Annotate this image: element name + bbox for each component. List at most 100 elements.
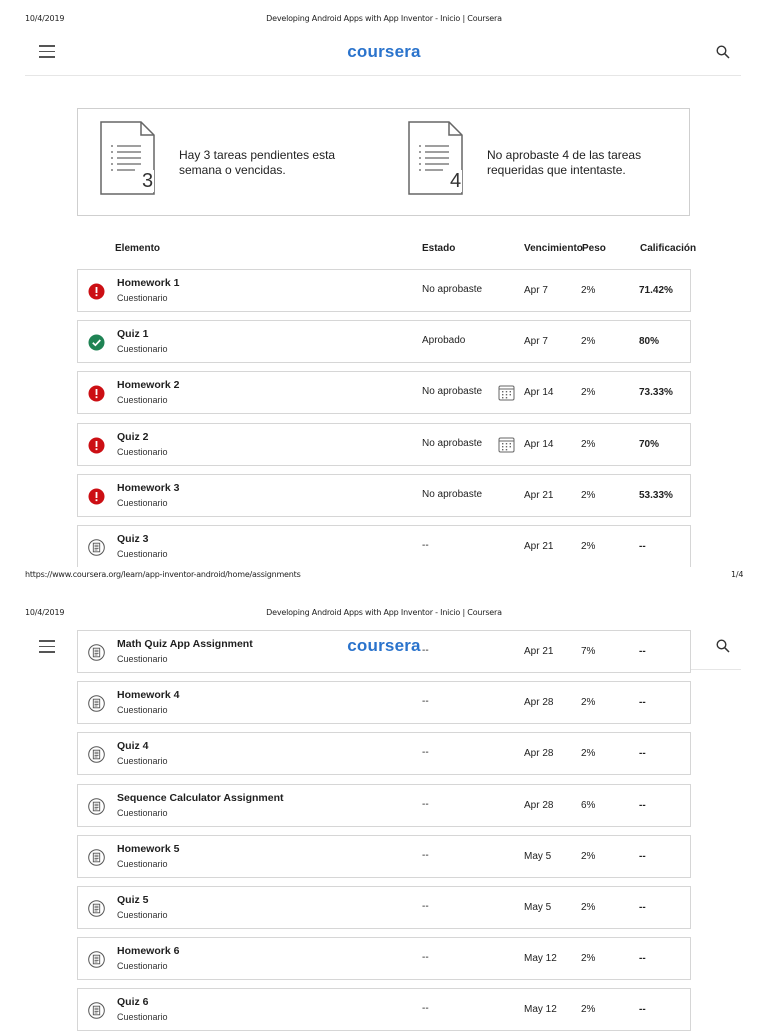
assignment-name[interactable]: Homework 4 [117, 689, 179, 701]
column-header-item: Elemento [115, 243, 161, 254]
header-divider-page-2 [691, 669, 741, 670]
assignment-due-date: May 5 [524, 850, 552, 862]
assignment-status: No aprobaste [422, 488, 483, 500]
assignment-status: -- [422, 540, 429, 551]
assignment-grade: -- [639, 799, 646, 811]
assignment-name[interactable]: Quiz 4 [117, 740, 149, 752]
assignment-row[interactable]: Homework 3 Cuestionario No aprobaste Apr 21… [77, 473, 691, 517]
assignment-type: Cuestionario [117, 910, 168, 920]
assignment-type: Cuestionario [117, 705, 168, 716]
assignment-type: Cuestionario [117, 1012, 168, 1023]
assignment-weight: 2% [581, 1004, 596, 1016]
assignment-grade: 73.33% [639, 387, 673, 399]
quiz-icon [88, 951, 105, 968]
assignment-name[interactable]: Homework 5 [117, 843, 179, 855]
assignment-status: -- [422, 798, 429, 810]
assignment-name[interactable]: Quiz 2 [117, 431, 149, 443]
coursera-logo-page-2[interactable]: coursera [0, 636, 768, 656]
assignment-type: Cuestionario [117, 497, 168, 508]
assignment-row[interactable]: Quiz 6 Cuestionario -- May 12 2% -- [77, 988, 691, 1031]
assignment-weight: 2% [581, 850, 596, 862]
assignment-grade: 71.42% [639, 285, 673, 296]
assignment-status: Aprobado [422, 335, 466, 347]
assignment-type: Cuestionario [117, 961, 168, 972]
assignment-type: Cuestionario [117, 858, 168, 869]
assignment-name[interactable]: Homework 1 [117, 277, 179, 289]
assignment-type: Cuestionario [117, 293, 168, 303]
assignment-due-date: Apr 14 [524, 438, 554, 450]
assignment-row[interactable]: Sequence Calculator Assignment Cuestionar… [77, 783, 691, 827]
check-icon [88, 334, 105, 351]
column-header-grade: Calificación [640, 243, 697, 254]
fail-icon [88, 283, 105, 300]
assignment-name[interactable]: Quiz 6 [117, 996, 149, 1008]
assignment-name[interactable]: Quiz 1 [117, 328, 149, 340]
assignment-status: -- [422, 1003, 429, 1015]
assignment-weight: 6% [581, 799, 596, 811]
coursera-logo[interactable]: coursera [0, 42, 768, 62]
assignment-weight: 2% [581, 489, 596, 501]
fail-icon [88, 488, 105, 505]
assignment-name[interactable]: Homework 2 [117, 379, 179, 391]
assignment-weight: 2% [581, 438, 596, 450]
quiz-icon [88, 848, 105, 866]
assignment-name[interactable]: Homework 3 [117, 482, 179, 494]
assignment-due-date: Apr 28 [524, 748, 554, 760]
assignment-row[interactable]: Quiz 3 Cuestionario -- Apr 21 2% -- [77, 525, 691, 568]
quiz-icon [88, 539, 105, 556]
assignment-weight: 2% [581, 902, 596, 913]
header-divider [25, 75, 741, 76]
calendar-icon[interactable] [498, 384, 515, 401]
fail-icon [88, 437, 105, 454]
search-icon-page-2[interactable] [716, 639, 730, 653]
print-page-number: 1/4 [731, 570, 744, 579]
assignment-weight: 2% [581, 336, 596, 348]
assignment-grade: 80% [639, 336, 660, 348]
column-header-weight: Peso [582, 243, 606, 254]
assignment-name[interactable]: Quiz 5 [117, 894, 149, 906]
assignment-weight: 2% [581, 541, 596, 552]
assignment-name[interactable]: Sequence Calculator Assignment [117, 792, 284, 804]
assignment-status: No aprobaste [422, 386, 483, 398]
assignment-row[interactable]: Homework 6 Cuestionario -- May 12 2% -- [77, 937, 691, 981]
assignment-row[interactable]: Quiz 5 Cuestionario -- May 5 2% -- [77, 886, 691, 929]
assignment-status: -- [422, 747, 429, 759]
assignment-name[interactable]: Quiz 3 [117, 533, 149, 545]
assignment-row[interactable]: Quiz 2 Cuestionario No aprobaste Apr 14 2% 70… [77, 422, 691, 466]
assignment-row[interactable]: Homework 4 Cuestionario -- Apr 28 2% -- [77, 681, 691, 725]
assignment-due-date: Apr 7 [524, 285, 548, 296]
assignment-due-date: Apr 28 [524, 697, 554, 709]
quiz-icon [88, 900, 105, 917]
assignment-status: -- [422, 901, 429, 912]
assignment-type: Cuestionario [117, 807, 168, 818]
quiz-icon [88, 746, 105, 764]
quiz-icon [88, 797, 105, 815]
column-header-status: Estado [422, 243, 456, 254]
failed-count: 4 [449, 170, 463, 192]
assignment-weight: 2% [581, 697, 596, 709]
pending-count: 3 [141, 170, 155, 192]
assignment-due-date: May 12 [524, 953, 557, 965]
calendar-icon[interactable] [498, 436, 515, 453]
assignment-grade: -- [639, 697, 646, 709]
assignment-grade: -- [639, 1004, 646, 1016]
assignment-status: -- [422, 952, 429, 964]
assignment-row[interactable]: Quiz 4 Cuestionario -- Apr 28 2% -- [77, 732, 691, 776]
assignment-type: Cuestionario [117, 395, 168, 406]
assignment-due-date: May 5 [524, 902, 552, 913]
assignment-row[interactable]: Homework 5 Cuestionario -- May 5 2% -- [77, 834, 691, 878]
assignment-due-date: Apr 14 [524, 387, 554, 399]
assignment-type: Cuestionario [117, 549, 168, 559]
pending-text: Hay 3 tareas pendientes esta semana o ve… [179, 148, 336, 177]
search-icon[interactable] [716, 45, 730, 59]
assignment-grade: -- [639, 850, 646, 862]
assignment-row[interactable]: Homework 1 Cuestionario No aprobaste Apr 7 2… [77, 269, 691, 312]
assignment-row[interactable]: Homework 2 Cuestionario No aprobaste Apr 14… [77, 371, 691, 415]
quiz-icon [88, 1002, 105, 1020]
column-header-due: Vencimiento [524, 243, 583, 254]
assignment-grade: -- [639, 748, 646, 760]
assignment-due-date: May 12 [524, 1004, 557, 1016]
assignment-name[interactable]: Homework 6 [117, 945, 179, 957]
assignment-row[interactable]: Quiz 1 Cuestionario Aprobado Apr 7 2% 80% [77, 320, 691, 364]
failed-text: No aprobaste 4 de las tareas requeridas … [487, 148, 642, 177]
